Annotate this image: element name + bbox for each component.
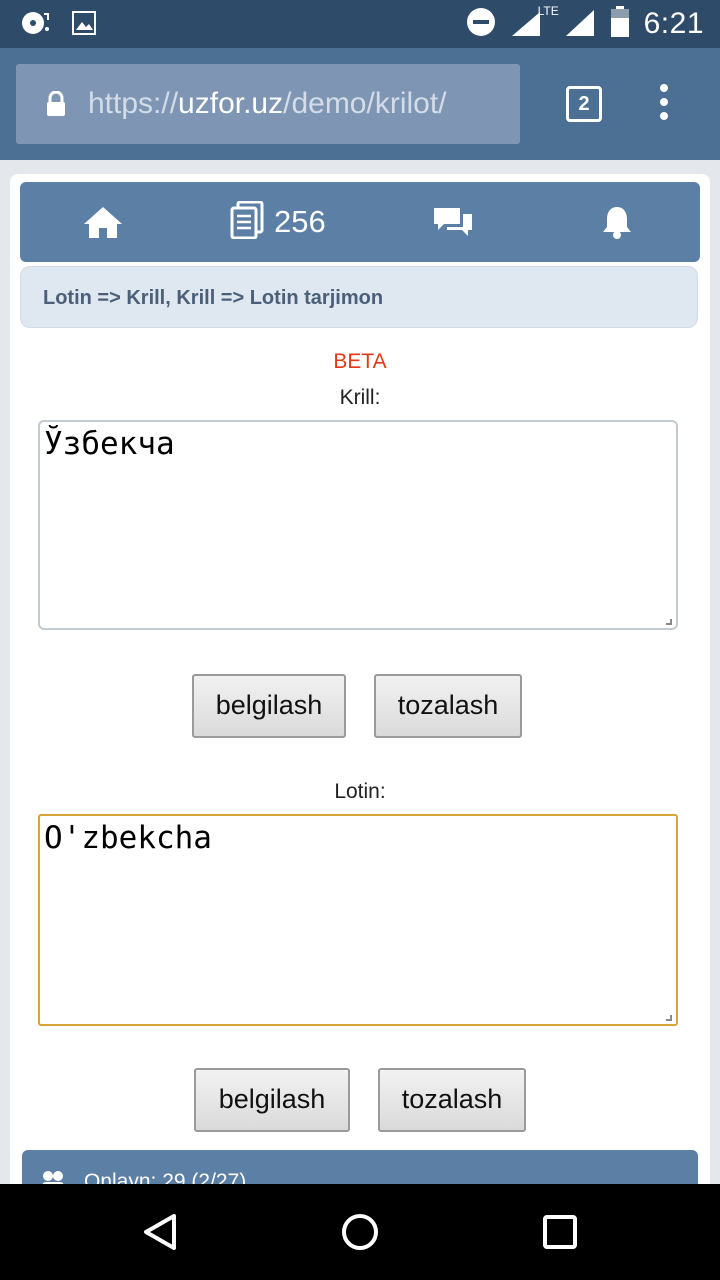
url-path: /demo/krilot/ [283, 87, 447, 120]
home-icon[interactable] [82, 182, 124, 262]
url-scheme: https:// [88, 87, 179, 120]
resize-handle[interactable] [666, 1015, 672, 1021]
signal-lte-icon: LTE [510, 4, 559, 43]
lotin-mark-button[interactable]: belgilash [194, 1068, 350, 1132]
back-icon[interactable] [140, 1212, 180, 1257]
krill-textarea[interactable]: Ўзбекча [38, 420, 678, 630]
online-users-bar[interactable]: Onlayn: 29 (2/27) [22, 1150, 698, 1184]
browser-toolbar: https://uzfor.uz/demo/krilot/ 2 [0, 48, 720, 160]
posts-counter[interactable]: 256 [230, 182, 326, 262]
posts-count: 256 [274, 204, 326, 239]
clock: 6:21 [643, 7, 704, 40]
signal-icon [564, 6, 596, 43]
home-button-icon[interactable] [340, 1212, 380, 1257]
network-type-label: LTE [537, 3, 559, 18]
lotin-text: O'zbekcha [44, 820, 212, 856]
krill-clear-button[interactable]: tozalash [374, 674, 522, 738]
dnd-icon [466, 7, 496, 42]
overflow-menu-icon[interactable] [654, 84, 674, 124]
cd-icon [20, 10, 50, 41]
lotin-clear-button[interactable]: tozalash [378, 1068, 526, 1132]
lotin-textarea[interactable]: O'zbekcha [38, 814, 678, 1026]
krill-label: Krill: [339, 386, 381, 409]
breadcrumb: Lotin => Krill, Krill => Lotin tarjimon [20, 266, 698, 328]
address-bar[interactable]: https://uzfor.uz/demo/krilot/ [16, 64, 520, 144]
krill-mark-button[interactable]: belgilash [192, 674, 346, 738]
site-nav: 256 [20, 182, 700, 262]
chat-icon[interactable] [432, 182, 474, 262]
page-content: 256 Lotin => Krill, Krill => Lotin tarji… [10, 174, 710, 1184]
recents-icon[interactable] [542, 1214, 578, 1255]
resize-handle[interactable] [666, 619, 672, 625]
tab-switcher-button[interactable]: 2 [566, 86, 602, 122]
battery-icon [610, 5, 630, 43]
url-domain: uzfor.uz [178, 87, 284, 120]
lotin-label: Lotin: [334, 780, 386, 803]
lock-icon [46, 90, 66, 117]
krill-text: Ўзбекча [44, 426, 175, 462]
system-nav-bar [0, 1184, 720, 1280]
document-icon [230, 200, 264, 244]
url-text: https://uzfor.uz/demo/krilot/ [88, 87, 447, 121]
users-icon [40, 1170, 66, 1184]
image-icon [72, 11, 96, 40]
status-bar: LTE 6:21 [0, 0, 720, 48]
page-title[interactable]: Lotin => Krill, Krill => Lotin tarjimon [43, 287, 383, 310]
beta-label: BETA [333, 350, 387, 373]
online-count: Onlayn: 29 (2/27) [84, 1170, 247, 1184]
bell-icon[interactable] [600, 182, 634, 262]
